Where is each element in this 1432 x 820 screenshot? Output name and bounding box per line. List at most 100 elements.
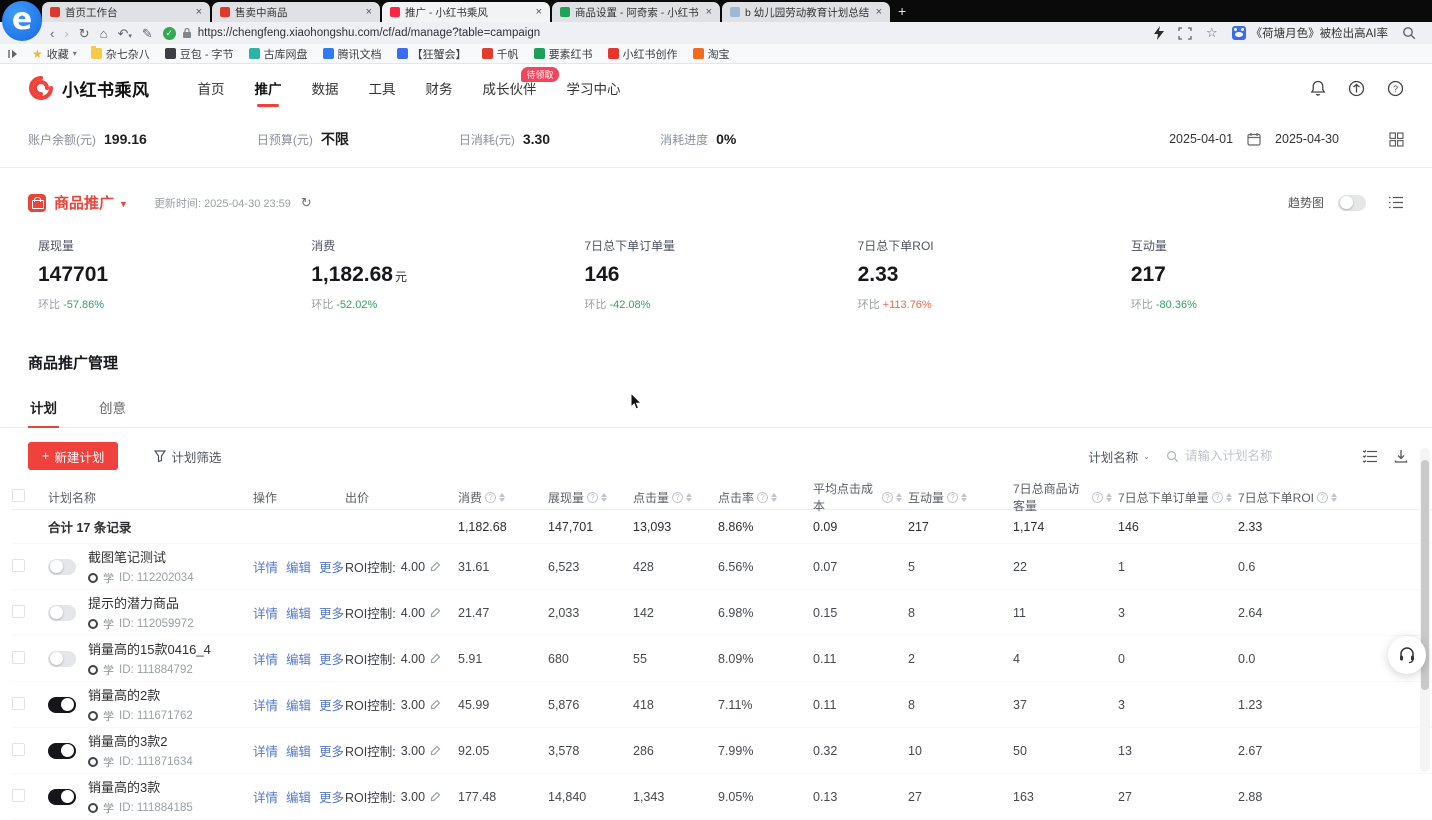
more-link[interactable]: 更多 [319,741,344,760]
new-plan-button[interactable]: + 新建计划 [28,442,118,470]
support-fab[interactable] [1388,636,1426,674]
info-icon[interactable]: ? [1092,492,1103,503]
bookmark-item[interactable]: 要素红书 [534,46,593,62]
more-link[interactable]: 更多 [319,557,344,576]
bookmark-item[interactable]: 千帆 [482,46,519,62]
rewards-icon[interactable] [1348,80,1365,97]
row-checkbox[interactable] [12,743,25,756]
date-range-end[interactable]: 2025-04-30 [1275,132,1339,146]
apps-grid-icon[interactable] [1389,132,1404,147]
column-header[interactable]: 消费 ? [458,489,548,506]
column-header[interactable]: 7日总商品访客量 ? [1013,480,1118,514]
refresh-icon[interactable]: ↻ [301,195,312,211]
select-all-checkbox[interactable] [12,489,25,502]
more-link[interactable]: 更多 [319,649,344,668]
column-header[interactable]: 7日总下单ROI ? [1238,489,1432,506]
detail-link[interactable]: 详情 [253,557,278,576]
edit-bid-icon[interactable] [430,561,441,572]
column-header[interactable]: 点击率 ? [718,489,813,506]
plan-enable-toggle[interactable] [48,651,76,667]
plan-enable-toggle[interactable] [48,743,76,759]
row-checkbox[interactable] [12,559,25,572]
more-link[interactable]: 更多 [319,603,344,622]
column-header[interactable]: 出价 [345,489,458,506]
browser-tab[interactable]: 首页工作台 × [42,2,210,22]
info-icon[interactable]: ? [757,492,768,503]
detail-link[interactable]: 详情 [253,603,278,622]
info-icon[interactable]: ? [882,492,893,503]
screenshot-icon[interactable] [1178,27,1192,40]
forward-icon[interactable]: › [64,27,68,40]
sort-icon[interactable] [1106,493,1112,502]
column-header[interactable]: 互动量 ? [908,489,1013,506]
nav-item[interactable]: 推广 [255,65,282,111]
edit-link[interactable]: 编辑 [286,557,311,576]
new-tab-button[interactable]: + [898,3,906,19]
tab-close-icon[interactable]: × [874,6,884,18]
plan-enable-toggle[interactable] [48,697,76,713]
edit-link[interactable]: 编辑 [286,603,311,622]
tab-close-icon[interactable]: × [364,6,374,18]
info-icon[interactable]: ? [947,492,958,503]
plan-name[interactable]: 提示的潜力商品 [88,593,194,612]
browser-tab[interactable]: 商品设置 - 阿奇索 - 小红书自动 × [552,2,720,22]
management-tab[interactable]: 计划 [28,389,59,427]
plan-search-box[interactable] [1166,449,1346,463]
favorites-menu[interactable]: ★ 收藏 ▾ [32,46,77,62]
more-link[interactable]: 更多 [319,787,344,806]
row-checkbox[interactable] [12,651,25,664]
list-view-icon[interactable] [1388,196,1404,209]
trend-chart-toggle[interactable] [1338,195,1366,211]
info-icon[interactable]: ? [485,492,496,503]
promo-type-title[interactable]: 商品推广 [54,192,114,213]
date-range-start[interactable]: 2025-04-01 [1169,132,1233,146]
edit-bid-icon[interactable] [430,745,441,756]
plan-name[interactable]: 截图笔记测试 [88,547,194,566]
bookmark-item[interactable]: 淘宝 [693,46,730,62]
sort-icon[interactable] [1331,493,1337,502]
edit-link[interactable]: 编辑 [286,741,311,760]
plan-name[interactable]: 销量高的2款 [88,685,193,704]
tab-close-icon[interactable]: × [704,6,714,18]
flash-icon[interactable] [1154,26,1164,40]
column-header[interactable]: 7日总下单订单量 ? [1118,489,1238,506]
back-icon[interactable]: ‹ [50,27,54,40]
bookmark-item[interactable]: 古库网盘 [249,46,308,62]
edit-link[interactable]: 编辑 [286,695,311,714]
sort-icon[interactable] [896,493,902,502]
nav-item[interactable]: 数据 [312,65,339,111]
edit-bid-icon[interactable] [430,653,441,664]
bookmark-item[interactable]: 小红书创作 [608,46,678,62]
browser-tab[interactable]: 推广 - 小红书乘风 × [382,2,550,22]
nav-item[interactable]: 财务 [426,65,453,111]
sort-icon[interactable] [771,493,777,502]
bookmark-item[interactable]: 腾讯文档 [323,46,382,62]
plan-search-input[interactable] [1185,449,1335,463]
browser-tab[interactable]: b 幼儿园劳动教育计划总结方案 × [722,2,890,22]
info-icon[interactable]: ? [672,492,683,503]
nav-item[interactable]: 成长伙伴 待领取 [483,65,537,111]
row-checkbox[interactable] [12,697,25,710]
info-icon[interactable]: ? [1317,492,1328,503]
ai-checker-chip[interactable]: 《荷塘月色》被检出高AI率 [1232,25,1388,41]
favorite-star-icon[interactable]: ☆ [1206,25,1218,41]
edit-bid-icon[interactable] [430,791,441,802]
undo-icon[interactable]: ↶▾ [117,27,131,40]
column-header[interactable]: 点击量 ? [633,489,718,506]
bookmark-item[interactable]: 豆包 - 字节 [165,46,234,62]
promo-type-caret-icon[interactable]: ▼ [119,199,128,209]
column-header[interactable]: 平均点击成本 ? [813,480,908,514]
nav-item[interactable]: 首页 [198,65,225,111]
plan-enable-toggle[interactable] [48,559,76,575]
tab-close-icon[interactable]: × [534,6,544,18]
plan-name[interactable]: 销量高的3款2 [88,731,193,750]
sort-icon[interactable] [961,493,967,502]
app-logo[interactable]: 小红书乘风 [28,75,150,101]
detail-link[interactable]: 详情 [253,787,278,806]
edit-link[interactable]: 编辑 [286,787,311,806]
column-header[interactable]: 操作 [253,489,345,506]
plan-enable-toggle[interactable] [48,605,76,621]
reload-icon[interactable]: ↻ [79,27,90,40]
sort-icon[interactable] [601,493,607,502]
nav-item[interactable]: 工具 [369,65,396,111]
